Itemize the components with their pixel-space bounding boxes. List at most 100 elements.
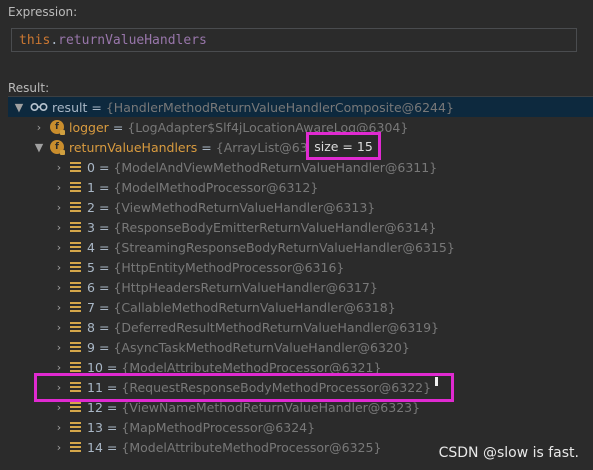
debugger-evaluate-panel: Expression: this. returnValueHandlers Res… bbox=[0, 0, 593, 470]
list-item-index: 4 bbox=[87, 239, 95, 255]
list-item[interactable]: › 4 = {StreamingResponseBodyReturnValueHand… bbox=[8, 237, 593, 257]
list-item-value: {ModelAndViewMethodReturnValueHandler@63… bbox=[113, 159, 438, 175]
tree-row-name: logger bbox=[69, 119, 109, 135]
list-item-value: {ModelAttributeMethodProcessor@6321} bbox=[121, 359, 382, 375]
tree-row-name: result bbox=[52, 99, 88, 115]
chevron-right-icon[interactable]: › bbox=[52, 441, 66, 454]
equals-sign: = bbox=[201, 139, 212, 155]
list-item-index: 0 bbox=[87, 159, 95, 175]
chevron-right-icon[interactable]: › bbox=[52, 301, 66, 314]
list-item-icon bbox=[70, 422, 81, 432]
list-item-index: 12 bbox=[87, 399, 103, 415]
chevron-right-icon[interactable]: › bbox=[52, 401, 66, 414]
list-item-icon bbox=[70, 182, 81, 192]
expression-label: Expression: bbox=[8, 5, 78, 19]
list-item-index: 1 bbox=[87, 179, 95, 195]
list-item-icon bbox=[70, 242, 81, 252]
list-item-icon bbox=[70, 362, 81, 372]
list-item-icon bbox=[70, 222, 81, 232]
list-item-value: {ResponseBodyEmitterReturnValueHandler@6… bbox=[113, 219, 437, 235]
list-item-index: 8 bbox=[87, 319, 95, 335]
list-item-icon bbox=[70, 402, 81, 412]
equals-sign: = bbox=[98, 319, 110, 335]
equals-sign: = bbox=[98, 179, 110, 195]
chevron-right-icon[interactable]: › bbox=[52, 221, 66, 234]
expression-keyword: this bbox=[19, 32, 51, 48]
tree-row-return-value-handlers[interactable]: ▼ f returnValueHandlers = {ArrayList@630… bbox=[8, 137, 593, 157]
list-item-value: {ModelMethodProcessor@6312} bbox=[113, 179, 319, 195]
list-item-index: 3 bbox=[87, 219, 95, 235]
watermark: CSDN @slow is fast. bbox=[438, 445, 579, 461]
list-item[interactable]: › 11 = {RequestResponseBodyMethodProcessor@… bbox=[8, 377, 593, 397]
field-icon: f bbox=[50, 140, 65, 155]
tree-row-logger[interactable]: › f logger = {LogAdapter$Slf4jLocationAw… bbox=[8, 117, 593, 137]
chevron-down-icon[interactable]: ▼ bbox=[12, 101, 26, 114]
chevron-right-icon[interactable]: › bbox=[52, 361, 66, 374]
list-item-icon bbox=[70, 202, 81, 212]
list-item-index: 14 bbox=[87, 439, 103, 455]
tree-row-name: returnValueHandlers bbox=[69, 139, 198, 155]
expression-dot: . bbox=[50, 32, 59, 48]
tree-row-value: {HandlerMethodReturnValueHandlerComposit… bbox=[105, 99, 454, 115]
list-item[interactable]: › 0 = {ModelAndViewMethodReturnValueHandler… bbox=[8, 157, 593, 177]
equals-sign: = bbox=[106, 419, 118, 435]
list-item[interactable]: › 7 = {CallableMethodReturnValueHandler@631… bbox=[8, 297, 593, 317]
list-item[interactable]: › 3 = {ResponseBodyEmitterReturnValueHandle… bbox=[8, 217, 593, 237]
list-item[interactable]: › 9 = {AsyncTaskMethodReturnValueHandler@63… bbox=[8, 337, 593, 357]
equals-sign: = bbox=[98, 339, 110, 355]
chevron-right-icon[interactable]: › bbox=[52, 161, 66, 174]
list-item-index: 11 bbox=[87, 379, 103, 395]
expression-input[interactable]: this. returnValueHandlers bbox=[11, 28, 577, 52]
chevron-right-icon[interactable]: › bbox=[52, 261, 66, 274]
list-item-icon bbox=[70, 162, 81, 172]
list-item-value: {HttpHeadersReturnValueHandler@6317} bbox=[113, 279, 378, 295]
list-item-index: 13 bbox=[87, 419, 103, 435]
list-item[interactable]: › 5 = {HttpEntityMethodProcessor@6316} bbox=[8, 257, 593, 277]
chevron-right-icon[interactable]: › bbox=[52, 341, 66, 354]
list-item-value: {AsyncTaskMethodReturnValueHandler@6320} bbox=[113, 339, 410, 355]
result-tree[interactable]: ▼ result = {HandlerMethodReturnValueHand… bbox=[8, 96, 593, 470]
chevron-right-icon[interactable]: › bbox=[52, 281, 66, 294]
list-item-index: 5 bbox=[87, 259, 95, 275]
list-item-value: {HttpEntityMethodProcessor@6316} bbox=[113, 259, 345, 275]
list-item[interactable]: › 1 = {ModelMethodProcessor@6312} bbox=[8, 177, 593, 197]
list-item-index: 10 bbox=[87, 359, 103, 375]
equals-sign: = bbox=[98, 279, 110, 295]
chevron-right-icon[interactable]: › bbox=[52, 381, 66, 394]
list-item-index: 9 bbox=[87, 339, 95, 355]
equals-sign: = bbox=[98, 259, 110, 275]
equals-sign: = bbox=[98, 199, 110, 215]
list-item-value: {ModelAttributeMethodProcessor@6325} bbox=[121, 439, 382, 455]
tree-row-result[interactable]: ▼ result = {HandlerMethodReturnValueHand… bbox=[8, 97, 593, 117]
list-item-index: 2 bbox=[87, 199, 95, 215]
list-item[interactable]: › 10 = {ModelAttributeMethodProcessor@6321} bbox=[8, 357, 593, 377]
list-item-index: 7 bbox=[87, 299, 95, 315]
chevron-right-icon[interactable]: › bbox=[52, 421, 66, 434]
chevron-right-icon[interactable]: › bbox=[52, 241, 66, 254]
list-item-icon bbox=[70, 342, 81, 352]
equals-sign: = bbox=[106, 359, 118, 375]
size-badge: size = 15 bbox=[306, 132, 381, 160]
list-item-index: 6 bbox=[87, 279, 95, 295]
chevron-right-icon[interactable]: › bbox=[52, 181, 66, 194]
list-item-icon bbox=[70, 442, 81, 452]
equals-sign: = bbox=[112, 119, 124, 135]
equals-sign: = bbox=[98, 219, 110, 235]
equals-sign: = bbox=[98, 239, 110, 255]
chevron-right-icon[interactable]: › bbox=[52, 321, 66, 334]
list-item[interactable]: › 2 = {ViewMethodReturnValueHandler@6313} bbox=[8, 197, 593, 217]
list-item[interactable]: › 12 = {ViewNameMethodReturnValueHandler@63… bbox=[8, 397, 593, 417]
list-item[interactable]: › 13 = {MapMethodProcessor@6324} bbox=[8, 417, 593, 437]
list-item-value: {RequestResponseBodyMethodProcessor@6322… bbox=[121, 379, 432, 395]
list-item-icon bbox=[70, 382, 81, 392]
list-item[interactable]: › 8 = {DeferredResultMethodReturnValueHandl… bbox=[8, 317, 593, 337]
equals-sign: = bbox=[98, 299, 110, 315]
list-item-value: {CallableMethodReturnValueHandler@6318} bbox=[113, 299, 396, 315]
chevron-down-icon[interactable]: ▼ bbox=[32, 141, 46, 154]
equals-sign: = bbox=[106, 439, 118, 455]
chevron-right-icon[interactable]: › bbox=[32, 121, 46, 134]
chevron-right-icon[interactable]: › bbox=[52, 201, 66, 214]
text-caret bbox=[435, 377, 438, 386]
list-item[interactable]: › 6 = {HttpHeadersReturnValueHandler@6317} bbox=[8, 277, 593, 297]
list-item-icon bbox=[70, 282, 81, 292]
